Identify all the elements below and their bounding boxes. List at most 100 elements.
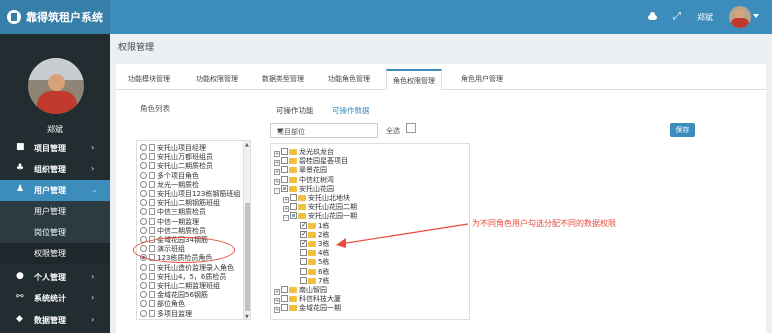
role-list-item[interactable]: 中信一期监理 bbox=[140, 217, 199, 226]
tab-function-permission[interactable]: 功能权限管理 bbox=[190, 69, 244, 90]
collapse-icon[interactable]: - bbox=[283, 215, 289, 222]
tree-node[interactable]: - 安托山花园 bbox=[274, 184, 334, 194]
role-list-item[interactable]: 中信二期质检员 bbox=[140, 226, 206, 235]
tree-checkbox[interactable] bbox=[300, 221, 307, 229]
tab-function-role[interactable]: 功能角色管理 bbox=[322, 69, 376, 90]
user-avatar[interactable] bbox=[729, 6, 751, 28]
tree-node[interactable]: - 安托山花园一期 bbox=[283, 211, 357, 222]
tree-checkbox[interactable] bbox=[281, 304, 288, 312]
tree-checkbox[interactable] bbox=[300, 258, 307, 266]
tree-checkbox[interactable] bbox=[300, 267, 307, 275]
role-list-item[interactable]: 安托山造价监理录入角色 bbox=[140, 263, 234, 272]
fullscreen-icon[interactable]: ⤢ bbox=[673, 12, 683, 22]
role-radio[interactable] bbox=[140, 180, 147, 188]
expand-icon[interactable]: + bbox=[274, 307, 280, 314]
tree-node[interactable]: + 金域花园一期 bbox=[274, 303, 341, 314]
sidebar-item-project[interactable]: ■ 项目管理 › bbox=[0, 138, 110, 159]
sidebar-item-organization[interactable]: ♣ 组织管理 › bbox=[0, 159, 110, 180]
tree-node[interactable]: 7栋 bbox=[292, 276, 329, 285]
role-radio[interactable] bbox=[140, 226, 147, 234]
role-radio[interactable] bbox=[140, 291, 147, 299]
role-list-item[interactable]: 多项目监理 bbox=[140, 309, 192, 318]
chevron-down-icon[interactable] bbox=[753, 14, 759, 18]
logo-block[interactable]: 靠得筑租户系统 bbox=[0, 0, 110, 34]
tree-node[interactable]: + 中信红树湾 bbox=[274, 175, 334, 185]
tree-node[interactable]: + 科信科技大厦 bbox=[274, 294, 341, 305]
role-list-item[interactable]: 安托山二期钢筋班组 bbox=[140, 198, 220, 207]
role-radio[interactable] bbox=[140, 199, 147, 207]
subtab-operable-functions[interactable]: 可操作功能 bbox=[272, 105, 318, 116]
sidebar-subitem-position-management[interactable]: 岗位管理 bbox=[0, 222, 110, 243]
role-radio[interactable] bbox=[140, 171, 147, 179]
role-radio[interactable] bbox=[140, 153, 147, 161]
sidebar-item-statistics[interactable]: ⚯ 系统统计 › bbox=[0, 288, 110, 309]
tree-node[interactable]: 1栋 bbox=[292, 221, 329, 230]
sidebar-item-users[interactable]: ♟ 用户管理 ⌄ bbox=[0, 180, 110, 201]
tree-checkbox[interactable] bbox=[300, 276, 307, 284]
sidebar-item-personal[interactable]: ● 个人管理 › bbox=[0, 267, 110, 288]
role-list-item[interactable]: 部位角色 bbox=[140, 299, 185, 308]
role-list-item[interactable]: 安托山项目经理 bbox=[140, 143, 206, 152]
subtab-operable-data[interactable]: 可操作数据 bbox=[328, 105, 374, 116]
role-list-item[interactable]: 龙光一期质检 bbox=[140, 180, 199, 189]
data-type-select[interactable]: 项目部位 bbox=[270, 123, 378, 138]
role-list-item[interactable]: 多个项目角色 bbox=[140, 171, 199, 180]
role-radio[interactable] bbox=[140, 190, 147, 197]
role-list-item[interactable]: 中信三期质检员 bbox=[140, 207, 206, 216]
tree-node[interactable]: + 安托山北地块 bbox=[283, 193, 350, 203]
sidebar-subitem-permission-management[interactable]: 权限管理 bbox=[0, 243, 110, 264]
tab-data-type[interactable]: 数据类型管理 bbox=[256, 69, 310, 90]
tree-checkbox[interactable] bbox=[281, 184, 288, 192]
role-radio[interactable] bbox=[140, 144, 147, 151]
tree-checkbox[interactable] bbox=[290, 212, 297, 220]
sidebar-subitem-user-management[interactable]: 用户管理 bbox=[0, 201, 110, 222]
tree-node[interactable]: + 南山智园 bbox=[274, 285, 327, 295]
tree-node[interactable]: 6栋 bbox=[292, 267, 329, 276]
tree-checkbox[interactable] bbox=[300, 249, 307, 257]
scrollbar-thumb[interactable] bbox=[245, 203, 250, 311]
role-list-item[interactable]: 安托山4，5，6质检员 bbox=[140, 272, 226, 281]
tab-role-permission[interactable]: 角色权限管理 bbox=[386, 69, 442, 90]
tab-function-module[interactable]: 功能模块管理 bbox=[122, 69, 176, 90]
role-list-item[interactable]: 安托山项目123栋钢筋班组 bbox=[140, 189, 240, 198]
role-radio[interactable] bbox=[140, 208, 147, 216]
tree-checkbox[interactable] bbox=[281, 286, 288, 293]
scroll-up-icon[interactable]: ▲ bbox=[245, 142, 249, 148]
cloud-icon[interactable] bbox=[647, 12, 657, 22]
scroll-down-icon[interactable]: ▼ bbox=[245, 314, 249, 319]
collapse-icon[interactable]: - bbox=[274, 187, 280, 194]
tree-node[interactable]: 2栋 bbox=[292, 230, 329, 239]
tree-checkbox[interactable] bbox=[281, 175, 288, 183]
tree-node[interactable]: + 安托山花园二期 bbox=[283, 202, 357, 213]
tree-node[interactable]: 4栋 bbox=[292, 248, 329, 257]
tree-checkbox[interactable] bbox=[300, 239, 307, 247]
tree-checkbox[interactable] bbox=[281, 157, 288, 165]
role-radio[interactable] bbox=[140, 282, 147, 289]
tree-checkbox[interactable] bbox=[281, 166, 288, 174]
tree-checkbox[interactable] bbox=[290, 194, 297, 201]
tree-checkbox[interactable] bbox=[281, 295, 288, 303]
role-radio[interactable] bbox=[140, 300, 147, 308]
tab-role-user[interactable]: 角色用户管理 bbox=[455, 69, 509, 90]
role-list-item[interactable]: 安托山万都班组员 bbox=[140, 152, 213, 161]
role-list-item[interactable]: 安托山二期监理班组 bbox=[140, 281, 220, 290]
role-list-item[interactable]: 安托山二期质检员 bbox=[140, 161, 213, 170]
role-list-item[interactable]: 金域花园56钢筋 bbox=[140, 290, 208, 299]
select-all-checkbox[interactable] bbox=[406, 123, 416, 133]
role-list-scrollbar[interactable]: ▲ ▼ bbox=[243, 141, 250, 319]
tree-node[interactable]: + 龙光玖龙台 bbox=[274, 147, 334, 157]
tree-node[interactable]: 5栋 bbox=[292, 257, 329, 266]
role-radio[interactable] bbox=[140, 217, 147, 225]
tree-checkbox[interactable] bbox=[281, 148, 288, 155]
user-menu-name[interactable]: 郑斌 bbox=[697, 12, 713, 23]
sidebar-item-data[interactable]: ◆ 数据管理 › bbox=[0, 310, 110, 331]
tree-node[interactable]: + 翠景花园 bbox=[274, 165, 327, 176]
role-radio[interactable] bbox=[140, 309, 147, 317]
role-radio[interactable] bbox=[140, 272, 147, 280]
role-radio[interactable] bbox=[140, 263, 147, 271]
tree-node[interactable]: 3栋 bbox=[292, 239, 329, 248]
role-radio[interactable] bbox=[140, 162, 147, 170]
tree-node[interactable]: + 碧桂园星荟项目 bbox=[274, 156, 348, 167]
tree-checkbox[interactable] bbox=[290, 203, 297, 211]
tree-checkbox[interactable] bbox=[300, 230, 307, 238]
